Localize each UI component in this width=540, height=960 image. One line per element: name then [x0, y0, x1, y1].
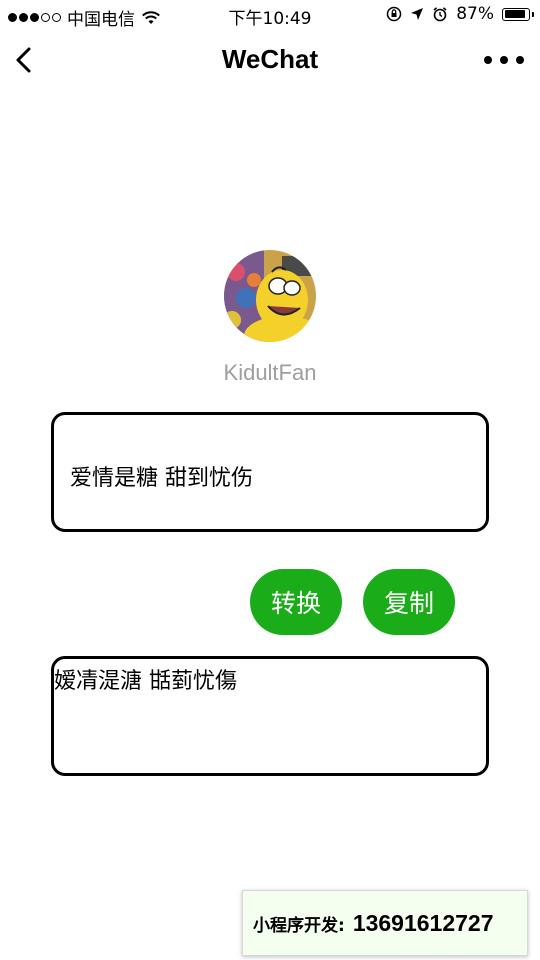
copy-button[interactable]: 复制 [363, 569, 455, 635]
alarm-clock-icon [433, 7, 447, 22]
username: KidultFan [223, 360, 317, 385]
status-bar: 中国电信 下午10:49 87% [0, 0, 540, 30]
developer-phone: 13691612727 [352, 909, 494, 936]
developer-contact-banner[interactable]: 小程序开发: 13691612727 [242, 890, 528, 956]
cartoon-avatar-icon [224, 250, 316, 342]
location-arrow-icon [411, 8, 424, 20]
avatar [224, 250, 316, 342]
more-dot [484, 56, 492, 64]
status-right: 87% [386, 4, 534, 24]
page-title: WeChat [221, 44, 319, 74]
result-text-value: 嫒凊湜溏 甛菿忧傷 [54, 669, 237, 694]
page: 中国电信 下午10:49 87% WeChat KidultFan 爱情是糖 甜… [0, 0, 540, 960]
source-text-value: 爱情是糖 甜到忧伤 [70, 466, 253, 491]
nav-bar: WeChat [0, 30, 540, 90]
source-text-input[interactable]: 爱情是糖 甜到忧伤 [51, 412, 489, 532]
more-dots-icon[interactable] [484, 48, 524, 72]
result-text-area[interactable]: 嫒凊湜溏 甛菿忧傷 [51, 656, 489, 776]
more-dot [500, 56, 508, 64]
orientation-lock-icon [386, 6, 402, 22]
convert-button[interactable]: 转换 [250, 569, 342, 635]
more-dot [516, 56, 524, 64]
developer-label: 小程序开发: [253, 915, 345, 936]
battery-level-fill [504, 10, 525, 18]
battery-icon [502, 7, 534, 21]
battery-percent: 87% [456, 4, 494, 24]
